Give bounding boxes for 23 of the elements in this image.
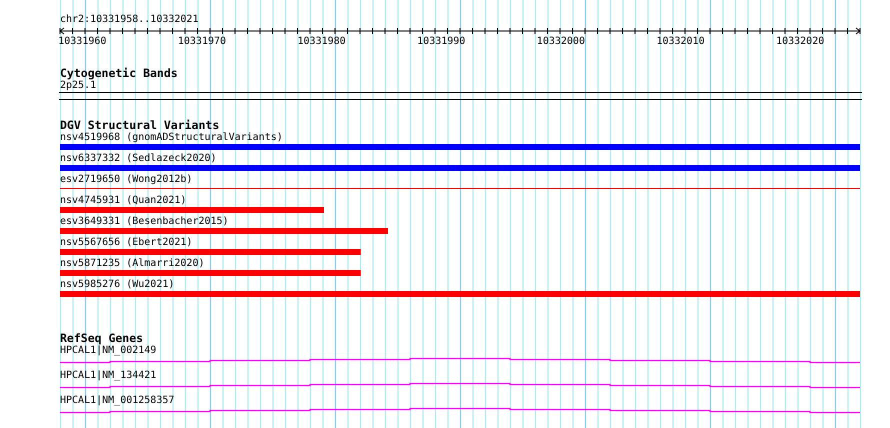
track-title: RefSeq Genes (60, 332, 144, 345)
ruler-label: 10331970 (178, 36, 226, 48)
ruler-label: 10331990 (417, 36, 466, 48)
gene-label: HPCAL1|NM_134421 (60, 370, 156, 382)
track-title: Cytogenetic Bands (60, 67, 178, 80)
variant-label: nsv4519968 (gnomADStructuralVariants) (60, 132, 283, 144)
ruler-label: 10332020 (776, 36, 824, 48)
variant-label: nsv5871235 (Almarri2020) (60, 258, 204, 270)
variant-label: esv3649331 (Besenbacher2015) (60, 216, 229, 228)
band-label: 2p25.1 (60, 80, 96, 92)
variant-label: nsv4745931 (Quan2021) (60, 195, 186, 207)
track-title: DGV Structural Variants (60, 119, 220, 132)
variant-label: esv2719650 (Wong2012b) (60, 174, 192, 186)
ruler-label: 10331960 (58, 36, 106, 48)
location-label: chr2:10331958..10332021 (60, 14, 198, 26)
ruler-label: 10331980 (298, 36, 346, 48)
ruler-label: 10332000 (536, 36, 585, 48)
gene-label: HPCAL1|NM_001258357 (60, 395, 174, 407)
gene-label: HPCAL1|NM_002149 (60, 345, 156, 357)
variant-label: nsv5567656 (Ebert2021) (60, 237, 192, 249)
variant-label: nsv5985276 (Wu2021) (60, 279, 174, 291)
variant-label: nsv6337332 (Sedlazeck2020) (60, 153, 217, 165)
ruler-label: 10332010 (656, 36, 705, 48)
